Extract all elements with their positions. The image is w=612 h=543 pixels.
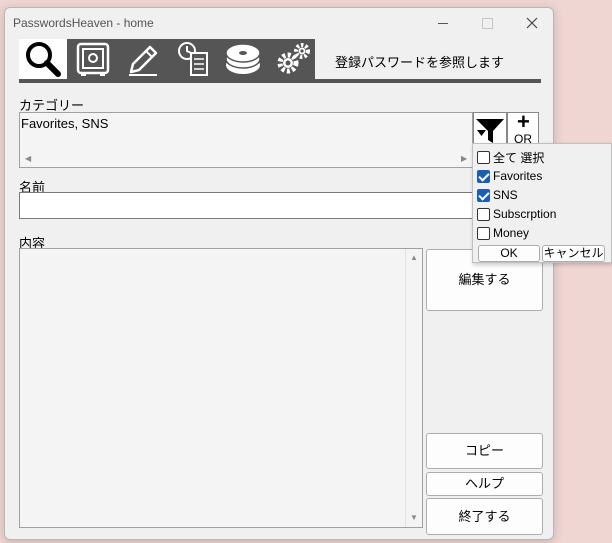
category-value: Favorites, SNS xyxy=(21,116,109,131)
toolbar-divider xyxy=(19,79,541,83)
popup-ok-button[interactable]: OK xyxy=(478,245,540,262)
gears-icon xyxy=(277,43,310,74)
option-label: Subscrption xyxy=(493,207,557,221)
option-label: Money xyxy=(493,226,530,240)
scroll-right-icon[interactable]: ▶ xyxy=(461,154,467,163)
content-area[interactable] xyxy=(19,248,423,528)
maximize-icon[interactable] xyxy=(477,13,497,33)
scroll-left-icon[interactable]: ◀ xyxy=(25,154,31,163)
option-label: Favorites xyxy=(493,169,543,183)
name-field[interactable] xyxy=(19,192,473,219)
close-icon[interactable] xyxy=(522,13,542,33)
scroll-up-icon[interactable]: ▲ xyxy=(410,253,418,262)
checkbox-checked[interactable] xyxy=(477,188,490,202)
magnifier-icon xyxy=(26,42,61,77)
filter-option-select-all[interactable]: 全て 選択 xyxy=(477,148,544,166)
scroll-down-icon[interactable]: ▼ xyxy=(410,513,418,522)
copy-button[interactable]: コピー xyxy=(426,433,543,469)
checkbox-checked[interactable] xyxy=(477,169,490,183)
title-bar[interactable]: PasswordsHeaven - home xyxy=(5,8,553,38)
main-toolbar xyxy=(19,39,315,79)
safe-icon xyxy=(76,42,110,76)
tool-history[interactable] xyxy=(169,39,217,79)
exit-button[interactable]: 終了する xyxy=(426,498,543,535)
app-window: PasswordsHeaven - home 登録パスワードを参照します カテゴ… xyxy=(4,7,554,540)
filter-option-favorites[interactable]: Favorites xyxy=(477,167,542,185)
tool-edit[interactable] xyxy=(119,39,167,79)
checkbox[interactable] xyxy=(477,207,490,221)
toolbar-hint: 登録パスワードを参照します xyxy=(335,55,505,70)
option-label: 全て 選択 xyxy=(493,150,545,165)
filter-option-money[interactable]: Money xyxy=(477,224,529,242)
category-hscrollbar[interactable]: ◀ ▶ xyxy=(21,152,471,166)
filter-option-subscription[interactable]: Subscrption xyxy=(477,205,556,223)
help-button[interactable]: ヘルプ xyxy=(426,472,543,496)
filter-option-sns[interactable]: SNS xyxy=(477,186,518,204)
disc-icon xyxy=(225,43,261,74)
tool-vault[interactable] xyxy=(69,39,117,79)
clock-document-icon xyxy=(178,42,208,76)
content-vscrollbar[interactable]: ▲ ▼ xyxy=(405,249,422,527)
checkbox[interactable] xyxy=(477,226,490,240)
checkbox[interactable] xyxy=(477,150,490,164)
window-title: PasswordsHeaven - home xyxy=(13,16,154,30)
category-filter-popup: 全て 選択 Favorites SNS Subscrption Money OK… xyxy=(472,143,612,263)
tool-settings[interactable] xyxy=(269,39,317,79)
tool-backup[interactable] xyxy=(219,39,267,79)
option-label: SNS xyxy=(493,188,518,202)
minimize-icon[interactable] xyxy=(433,13,453,33)
popup-cancel-button[interactable]: キャンセル xyxy=(542,245,605,262)
pencil-icon xyxy=(129,45,158,76)
tool-search[interactable] xyxy=(19,39,67,79)
